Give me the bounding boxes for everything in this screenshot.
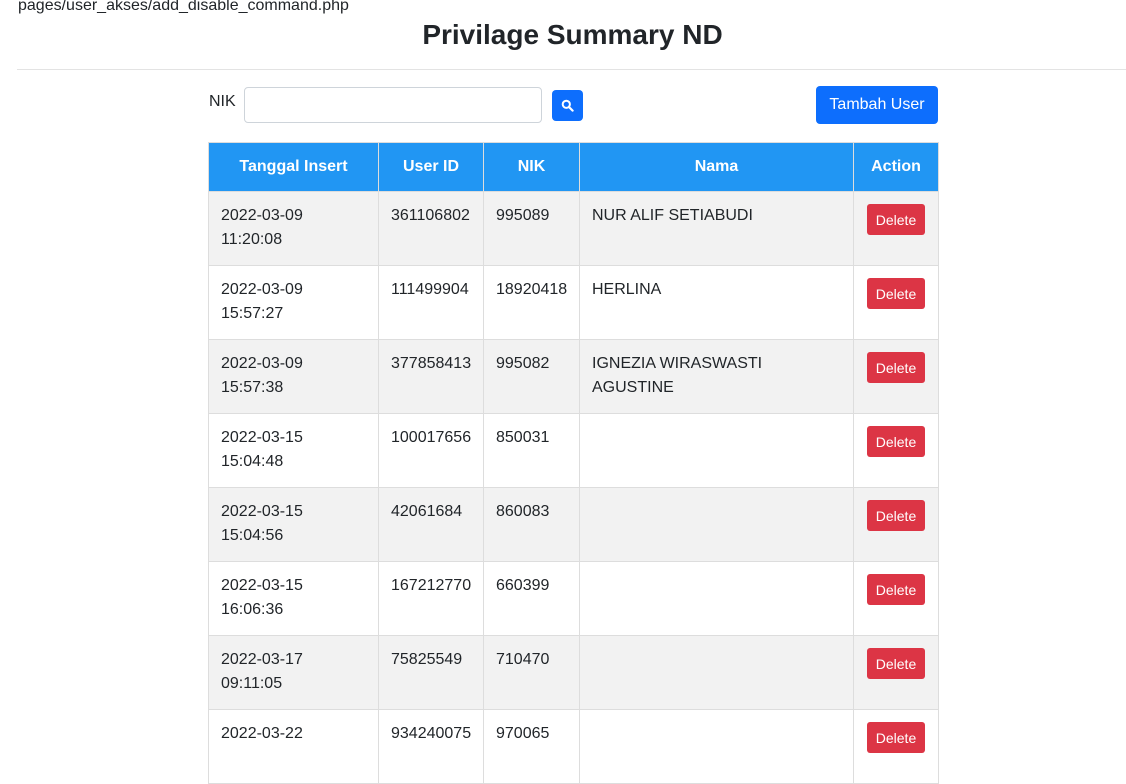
cell-nik: 860083 (483, 487, 580, 562)
cell-user-id: 167212770 (378, 561, 484, 636)
search-icon (561, 99, 574, 112)
cell-user-id: 100017656 (378, 413, 484, 488)
cell-nama (579, 561, 854, 636)
cell-tanggal-insert: 2022-03-15 16:06:36 (208, 561, 379, 636)
privilege-table: Tanggal Insert User ID NIK Nama Action 2… (208, 142, 939, 784)
cell-tanggal-insert: 2022-03-22 (208, 709, 379, 784)
nik-search-input[interactable] (244, 87, 542, 123)
cell-nik: 18920418 (483, 265, 580, 340)
header-action: Action (853, 142, 939, 192)
divider (17, 69, 1126, 70)
cell-nik: 850031 (483, 413, 580, 488)
cell-user-id: 377858413 (378, 339, 484, 414)
delete-button[interactable]: Delete (867, 278, 925, 309)
cell-nik: 710470 (483, 635, 580, 710)
table-row: 2022-03-15 16:06:36 167212770 660399 Delete (208, 561, 939, 636)
cell-user-id: 361106802 (378, 191, 484, 266)
header-tanggal-insert: Tanggal Insert (208, 142, 379, 192)
header-user-id: User ID (378, 142, 484, 192)
cell-date: 2022-03-22 (221, 725, 303, 742)
cell-action: Delete (853, 635, 939, 710)
cell-tanggal-insert: 2022-03-17 09:11:05 (208, 635, 379, 710)
tambah-user-button[interactable]: Tambah User (816, 86, 938, 124)
table-row: 2022-03-09 15:57:27 111499904 18920418 HERLI… (208, 265, 939, 340)
nik-label: NIK (209, 93, 236, 110)
cell-action: Delete (853, 709, 939, 784)
cell-time: 11:20:08 (221, 231, 283, 248)
cell-time: 09:11:05 (221, 675, 283, 692)
table-header-row: Tanggal Insert User ID NIK Nama Action (208, 142, 939, 192)
cell-tanggal-insert: 2022-03-09 15:57:38 (208, 339, 379, 414)
delete-button[interactable]: Delete (867, 352, 925, 383)
cell-nama: IGNEZIA WIRASWASTI AGUSTINE (579, 339, 854, 414)
delete-button[interactable]: Delete (867, 648, 925, 679)
page-path: pages/user_akses/add_disable_command.php (18, 0, 349, 14)
cell-tanggal-insert: 2022-03-09 15:57:27 (208, 265, 379, 340)
cell-user-id: 42061684 (378, 487, 484, 562)
cell-date: 2022-03-09 (221, 207, 303, 224)
cell-nik: 995082 (483, 339, 580, 414)
page-title: Privilage Summary ND (422, 19, 723, 50)
header-nama: Nama (579, 142, 854, 192)
cell-date: 2022-03-09 (221, 355, 303, 372)
cell-nik: 970065 (483, 709, 580, 784)
cell-time: 15:04:56 (221, 527, 284, 544)
cell-nama (579, 709, 854, 784)
cell-nik: 660399 (483, 561, 580, 636)
delete-button[interactable]: Delete (867, 426, 925, 457)
cell-time: 15:04:48 (221, 453, 284, 470)
delete-button[interactable]: Delete (867, 204, 925, 235)
cell-action: Delete (853, 413, 939, 488)
table-row: 2022-03-15 15:04:56 42061684 860083 Delete (208, 487, 939, 562)
cell-action: Delete (853, 487, 939, 562)
table-row: 2022-03-09 15:57:38 377858413 995082 IGNEZIA… (208, 339, 939, 414)
cell-nik: 995089 (483, 191, 580, 266)
cell-nama (579, 487, 854, 562)
cell-nama: NUR ALIF SETIABUDI (579, 191, 854, 266)
header-nik: NIK (483, 142, 580, 192)
cell-date: 2022-03-17 (221, 651, 303, 668)
cell-tanggal-insert: 2022-03-15 15:04:48 (208, 413, 379, 488)
cell-date: 2022-03-15 (221, 503, 303, 520)
cell-user-id: 111499904 (378, 265, 484, 340)
delete-button[interactable]: Delete (867, 500, 925, 531)
delete-button[interactable]: Delete (867, 722, 925, 753)
cell-nama (579, 413, 854, 488)
cell-date: 2022-03-15 (221, 577, 303, 594)
cell-tanggal-insert: 2022-03-15 15:04:56 (208, 487, 379, 562)
cell-user-id: 934240075 (378, 709, 484, 784)
cell-date: 2022-03-15 (221, 429, 303, 446)
cell-user-id: 75825549 (378, 635, 484, 710)
cell-time: 16:06:36 (221, 601, 284, 618)
table-row: 2022-03-09 11:20:08 361106802 995089 NUR ALI… (208, 191, 939, 266)
cell-time: 15:57:38 (221, 379, 284, 396)
table-row: 2022-03-17 09:11:05 75825549 710470 Delete (208, 635, 939, 710)
cell-date: 2022-03-09 (221, 281, 303, 298)
cell-action: Delete (853, 191, 939, 266)
table-row: 2022-03-22 934240075 970065 Delete (208, 709, 939, 784)
cell-tanggal-insert: 2022-03-09 11:20:08 (208, 191, 379, 266)
cell-time: 15:57:27 (221, 305, 284, 322)
privilege-table-container: Tanggal Insert User ID NIK Nama Action 2… (208, 142, 939, 784)
cell-action: Delete (853, 561, 939, 636)
cell-action: Delete (853, 339, 939, 414)
cell-nama (579, 635, 854, 710)
cell-nama: HERLINA (579, 265, 854, 340)
table-row: 2022-03-15 15:04:48 100017656 850031 Delete (208, 413, 939, 488)
search-button[interactable] (552, 90, 583, 121)
cell-action: Delete (853, 265, 939, 340)
delete-button[interactable]: Delete (867, 574, 925, 605)
